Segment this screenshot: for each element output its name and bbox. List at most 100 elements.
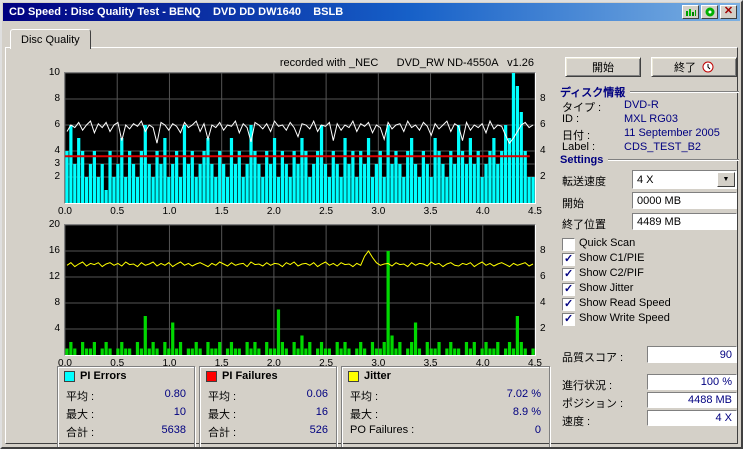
axis-tick-label: 3.5	[423, 206, 438, 217]
quality-score-field: 90	[647, 346, 737, 363]
chart-icon-button[interactable]	[682, 5, 699, 19]
start-button-label: 開始	[592, 62, 614, 74]
chevron-down-icon[interactable]: ▼	[717, 172, 735, 187]
speed-select[interactable]: 4 X ▼	[632, 170, 737, 189]
progress-status-field: 100 %	[647, 374, 737, 390]
axis-tick-label: 20	[48, 219, 60, 230]
axis-tick-label: 8	[54, 93, 60, 104]
disc-id-label: ID :	[562, 113, 580, 125]
stat-value: 0.80	[164, 388, 186, 400]
divider	[608, 159, 739, 161]
stat-label: 最大 :	[66, 409, 95, 421]
axis-tick-label: 6	[540, 119, 546, 130]
position-field: 4488 MB	[647, 392, 737, 408]
axis-tick-label: 8	[540, 93, 546, 104]
axis-tick-label: 8	[54, 297, 60, 308]
disc-label-value: CDS_TEST_B2	[624, 141, 702, 153]
stat-label: 最大 :	[208, 409, 237, 421]
start-position-value: 0000 MB	[637, 194, 682, 207]
close-button[interactable]: ✕	[720, 5, 737, 19]
axis-tick-label: 6	[54, 119, 60, 130]
stat-value: 16	[315, 406, 328, 418]
start-position-label: 開始	[562, 198, 584, 210]
show-write-speed-label: Show Write Speed	[579, 312, 670, 324]
pi-errors-chart: 10 8 6 4 3 2 8 6 4 2 0.0 0.5 1.0 1.5 2.0 2.5 3.0 3.5 4.0 4.…	[49, 67, 546, 217]
axis-tick-label: 4.5	[528, 206, 542, 217]
app-window: CD Speed : Disc Quality Test - BENQ DVD …	[0, 0, 743, 449]
axis-tick-label: 1.0	[162, 206, 177, 217]
pi-errors-stats-title: PI Errors	[64, 370, 126, 382]
end-position-label: 終了位置	[562, 219, 606, 231]
exit-button[interactable]: 終了	[651, 57, 737, 77]
axis-tick-label: 3.0	[371, 206, 386, 217]
settings-header-label: Settings	[560, 154, 604, 166]
axis-tick-label: 2.5	[319, 206, 334, 217]
quick-scan-label: Quick Scan	[579, 237, 636, 249]
axis-tick-label: 4.0	[475, 206, 490, 217]
pi-failures-swatch	[206, 370, 217, 382]
show-write-speed-checkbox[interactable]	[562, 312, 575, 326]
stat-value: 526	[309, 424, 328, 436]
axis-tick-label: 12	[48, 271, 60, 282]
titlebar-buttons: ✕	[682, 5, 737, 19]
position-label: ポジション :	[562, 398, 624, 410]
stat-label: 合計 :	[66, 427, 95, 439]
axis-tick-label: 1.5	[214, 206, 229, 217]
end-position-value: 4489 MB	[637, 215, 682, 228]
stat-label: PO Failures :	[350, 424, 415, 436]
exit-button-label: 終了	[674, 62, 696, 74]
jitter-swatch	[348, 370, 359, 382]
axis-tick-label: 4	[540, 297, 546, 308]
disc-info-header-label: ディスク情報	[560, 87, 626, 99]
disc-date-value: 11 September 2005	[624, 127, 720, 139]
disc-label-label: Label :	[562, 141, 596, 153]
jitter-stats-box: Jitter 平均 : 7.02 % 最大 : 8.9 % PO Failure…	[341, 366, 550, 447]
divider	[630, 91, 739, 93]
show-c2-pif-checkbox[interactable]	[562, 267, 575, 281]
show-jitter-checkbox[interactable]	[562, 282, 575, 296]
axis-tick-label: 0.0	[58, 206, 72, 217]
axis-tick-label: 10	[48, 67, 60, 78]
stat-label: 最大 :	[350, 409, 379, 421]
progress-status-label: 進行状況 :	[562, 380, 613, 392]
stat-label: 平均 :	[66, 391, 95, 403]
show-read-speed-checkbox[interactable]	[562, 297, 575, 311]
speed-status-field: 4 X	[647, 410, 737, 426]
titlebar[interactable]: CD Speed : Disc Quality Test - BENQ DVD …	[3, 3, 740, 21]
jitter-title-label: Jitter	[364, 370, 391, 382]
show-c1-pie-checkbox[interactable]	[562, 252, 575, 266]
axis-tick-label: 2	[540, 323, 546, 334]
disc-id-value: MXL RG03	[624, 113, 679, 125]
axis-tick-label: 6	[540, 271, 546, 282]
pi-errors-swatch	[64, 370, 75, 382]
quick-scan-checkbox[interactable]	[562, 238, 575, 251]
stat-value: 8.9 %	[512, 406, 541, 418]
quality-score-label: 品質スコア :	[562, 352, 624, 364]
stat-value: 7.02 %	[506, 388, 541, 400]
quality-score-value: 90	[719, 348, 732, 361]
start-position-input[interactable]: 0000 MB	[632, 192, 737, 209]
stat-value: 0	[534, 424, 541, 436]
start-button[interactable]: 開始	[565, 57, 641, 77]
axis-tick-label: 2	[54, 171, 60, 182]
disc-info-header: ディスク情報	[560, 84, 739, 100]
pi-errors-stats-box: PI Errors 平均 : 0.80 最大 : 10 合計 : 5638	[57, 366, 195, 447]
tab-disc-quality[interactable]: Disc Quality	[10, 29, 91, 49]
stat-value: 0.06	[306, 388, 328, 400]
axis-tick-label: 8	[540, 245, 546, 256]
disc-icon	[705, 7, 714, 17]
axis-tick-label: 4	[54, 145, 60, 156]
axis-tick-label: 2.0	[266, 206, 281, 217]
end-position-input[interactable]: 4489 MB	[632, 213, 737, 230]
pi-errors-plot	[64, 72, 536, 203]
stat-label: 平均 :	[208, 391, 237, 403]
axis-tick-label: 3	[54, 158, 60, 169]
axis-tick-label: 4	[54, 323, 60, 334]
stat-label: 合計 :	[208, 427, 237, 439]
jitter-stats-title: Jitter	[348, 370, 391, 382]
axis-tick-label: 16	[48, 245, 60, 256]
disc-icon-button[interactable]	[701, 5, 718, 19]
show-c1-pie-label: Show C1/PIE	[579, 252, 645, 264]
axis-tick-label: 2	[540, 171, 546, 182]
close-icon: ✕	[723, 5, 734, 17]
